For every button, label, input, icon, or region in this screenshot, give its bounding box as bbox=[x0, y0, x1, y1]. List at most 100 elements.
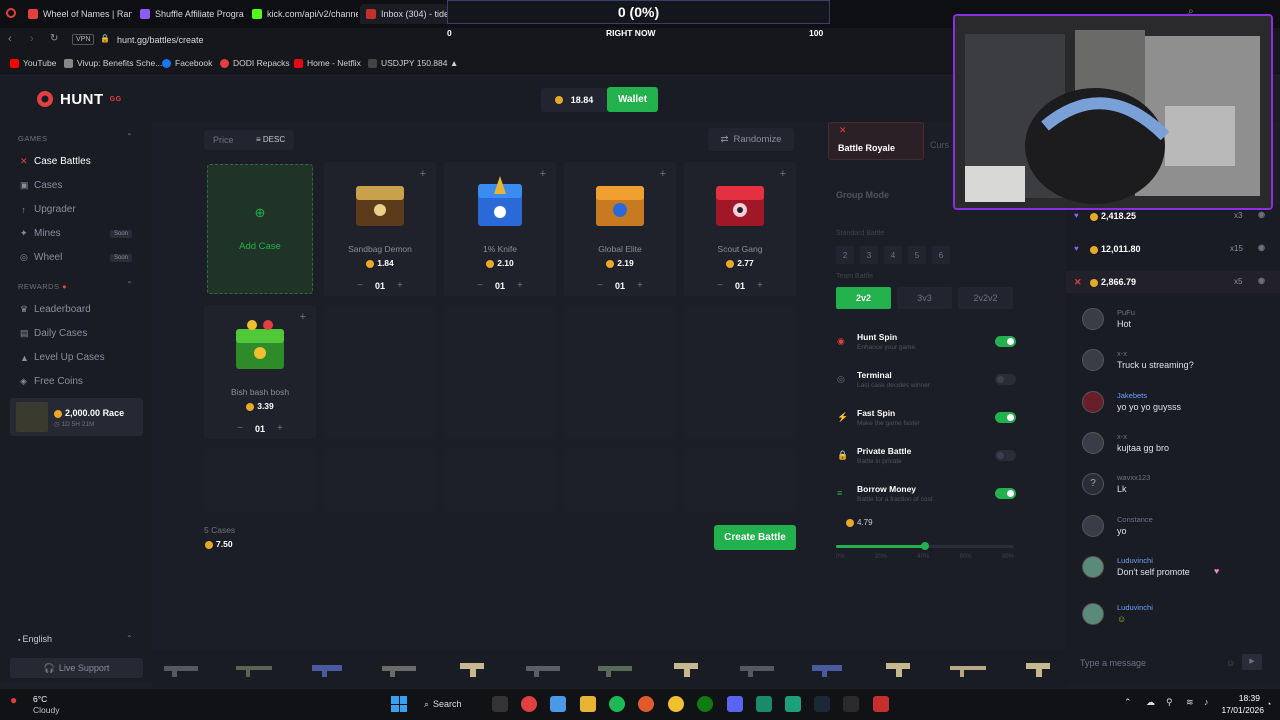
chat-username[interactable]: wavxx123 bbox=[1117, 473, 1150, 482]
private-battle-toggle[interactable] bbox=[995, 450, 1016, 461]
case-card[interactable]: + Bish bash bosh 3.39 −01 + bbox=[204, 305, 316, 439]
microphone-icon[interactable]: ⚲ bbox=[1166, 697, 1173, 708]
sidebar-item-free-coins[interactable]: ◈ Free Coins bbox=[20, 376, 142, 387]
site-logo[interactable]: HUNT GG bbox=[36, 90, 122, 108]
chat-username[interactable]: Jakebets bbox=[1117, 391, 1147, 400]
opera-icon[interactable] bbox=[6, 8, 16, 18]
chat-username[interactable]: x-x bbox=[1117, 432, 1127, 441]
sidebar-item-mines[interactable]: ✦ Mines Soon bbox=[20, 228, 142, 239]
sidebar-item-case-battles[interactable]: ✕ Case Battles bbox=[20, 156, 142, 167]
case-card[interactable]: + Global Elite 2.19 −01 + bbox=[564, 162, 676, 296]
emoji-icon[interactable]: ☺ bbox=[1226, 658, 1235, 668]
plus-button[interactable]: + bbox=[757, 280, 763, 291]
minus-button[interactable]: − bbox=[477, 280, 483, 291]
avatar[interactable] bbox=[1082, 515, 1104, 537]
avatar[interactable] bbox=[1082, 603, 1104, 625]
plus-button[interactable]: + bbox=[637, 280, 643, 291]
chat-username[interactable]: Constance bbox=[1117, 515, 1153, 524]
chevron-up-icon[interactable]: ⌃ bbox=[126, 634, 133, 643]
chat-username[interactable]: Luduvinchi bbox=[1117, 603, 1153, 612]
team-option-2v2v2[interactable]: 2v2v2 bbox=[958, 287, 1013, 309]
avatar[interactable] bbox=[1082, 391, 1104, 413]
mode-cursed[interactable]: Curs bbox=[930, 140, 949, 150]
add-case-plus-icon[interactable]: + bbox=[540, 168, 546, 180]
notification-icon[interactable]: ● bbox=[10, 693, 17, 707]
reload-icon[interactable]: ↻ bbox=[50, 33, 58, 44]
race-widget[interactable]: 2,000.00 Race ◷ 1D 5H 21M bbox=[10, 398, 143, 436]
add-case-plus-icon[interactable]: + bbox=[300, 311, 306, 323]
player-count-option[interactable]: 4 bbox=[884, 246, 902, 264]
app-icon[interactable] bbox=[756, 696, 772, 712]
minus-button[interactable]: − bbox=[717, 280, 723, 291]
sidebar-item-cases[interactable]: ▣ Cases bbox=[20, 180, 142, 191]
weather-temp[interactable]: 6°C bbox=[33, 694, 47, 704]
avatar[interactable]: ? bbox=[1082, 473, 1104, 495]
file-explorer-icon[interactable] bbox=[580, 696, 596, 712]
player-count-option[interactable]: 3 bbox=[860, 246, 878, 264]
volume-icon[interactable]: ♪ bbox=[1204, 697, 1209, 707]
app-icon[interactable] bbox=[785, 696, 801, 712]
sidebar-item-level-up-cases[interactable]: ▲ Level Up Cases bbox=[20, 352, 142, 363]
sidebar-item-daily-cases[interactable]: ▤ Daily Cases bbox=[20, 328, 142, 339]
chat-username[interactable]: Luduvinchi bbox=[1117, 556, 1153, 565]
eye-icon[interactable]: ◉ bbox=[1258, 276, 1265, 285]
tray-app-icon[interactable]: ☁ bbox=[1146, 697, 1155, 708]
add-case-plus-icon[interactable]: + bbox=[420, 168, 426, 180]
randomize-button[interactable]: ⇄ Randomize bbox=[708, 128, 794, 151]
xbox-icon[interactable] bbox=[697, 696, 713, 712]
eye-icon[interactable]: ◉ bbox=[1258, 243, 1265, 252]
sidebar-item-wheel[interactable]: ◎ Wheel Soon bbox=[20, 252, 142, 263]
add-case-plus-icon[interactable]: + bbox=[660, 168, 666, 180]
sidebar-item-upgrader[interactable]: ↑ Upgrader bbox=[20, 204, 142, 215]
plus-button[interactable]: + bbox=[277, 423, 283, 434]
mode-battle-royale[interactable]: ✕ Battle Royale bbox=[828, 122, 924, 160]
vpn-badge[interactable]: VPN bbox=[72, 34, 95, 45]
avatar[interactable] bbox=[1082, 308, 1104, 330]
chrome-icon[interactable] bbox=[668, 696, 684, 712]
add-case-plus-icon[interactable]: + bbox=[780, 168, 786, 180]
bookmark-usdjpy[interactable]: USDJPY 150.884 ▲ bbox=[368, 58, 458, 68]
discord-icon[interactable] bbox=[727, 696, 743, 712]
tab-wheel-of-names[interactable]: Wheel of Names | Random bbox=[22, 4, 132, 24]
chat-username[interactable]: x-x bbox=[1117, 349, 1127, 358]
bookmark-facebook[interactable]: Facebook bbox=[162, 58, 212, 68]
add-case-button[interactable]: ⊕ Add Case bbox=[207, 164, 313, 294]
case-card[interactable]: + Scout Gang 2.77 −01 + bbox=[684, 162, 796, 296]
copilot-icon[interactable] bbox=[550, 696, 566, 712]
team-option-2v2[interactable]: 2v2 bbox=[836, 287, 891, 309]
eye-icon[interactable]: ◉ bbox=[1258, 210, 1265, 219]
mode-group[interactable]: Group Mode bbox=[836, 190, 889, 200]
sort-direction[interactable]: ≡ DESC bbox=[256, 135, 285, 144]
bookmark-netflix[interactable]: Home - Netflix bbox=[294, 58, 361, 68]
chevron-up-icon[interactable]: ⌃ bbox=[126, 132, 133, 141]
bookmark-dodi[interactable]: DODI Repacks bbox=[220, 58, 290, 68]
borrow-money-toggle[interactable] bbox=[995, 488, 1016, 499]
borrow-slider[interactable] bbox=[836, 542, 1014, 550]
app-icon[interactable] bbox=[638, 696, 654, 712]
minus-button[interactable]: − bbox=[597, 280, 603, 291]
chevron-up-icon[interactable]: ⌃ bbox=[126, 280, 133, 289]
chat-username[interactable]: PuFu bbox=[1117, 308, 1135, 317]
notification-bell-icon[interactable]: ◔ bbox=[1266, 699, 1271, 709]
forward-icon[interactable]: › bbox=[30, 33, 34, 45]
minus-button[interactable]: − bbox=[357, 280, 363, 291]
minus-button[interactable]: − bbox=[237, 423, 243, 434]
send-button[interactable]: ▶ bbox=[1242, 654, 1262, 670]
windows-start-icon[interactable] bbox=[391, 696, 407, 712]
hunt-spin-toggle[interactable] bbox=[995, 336, 1016, 347]
chat-input[interactable]: Type a message bbox=[1080, 658, 1146, 668]
taskbar-search[interactable]: ⌕ Search bbox=[424, 694, 476, 714]
avatar[interactable] bbox=[1082, 432, 1104, 454]
opera-icon[interactable] bbox=[521, 696, 537, 712]
avatar[interactable] bbox=[1082, 349, 1104, 371]
obs-icon[interactable] bbox=[843, 696, 859, 712]
sidebar-item-leaderboard[interactable]: ♛ Leaderboard bbox=[20, 304, 142, 315]
terminal-toggle[interactable] bbox=[995, 374, 1016, 385]
url-field[interactable]: hunt.gg/battles/create bbox=[117, 35, 204, 45]
case-card[interactable]: + 1% Knife 2.10 −01 + bbox=[444, 162, 556, 296]
team-option-3v3[interactable]: 3v3 bbox=[897, 287, 952, 309]
live-support-button[interactable]: 🎧 Live Support bbox=[10, 658, 143, 678]
player-count-option[interactable]: 5 bbox=[908, 246, 926, 264]
tab-inbox[interactable]: Inbox (304) - tide bbox=[360, 4, 448, 24]
plus-button[interactable]: + bbox=[397, 280, 403, 291]
